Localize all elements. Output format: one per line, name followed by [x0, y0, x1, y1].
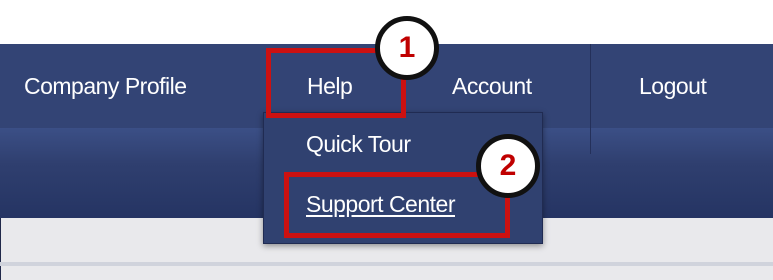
support-center-highlight-box	[284, 172, 510, 238]
step-1-badge: 1	[375, 16, 439, 80]
menu-item-quick-tour[interactable]: Quick Tour	[306, 131, 411, 158]
nav-logout[interactable]: Logout	[639, 68, 707, 104]
nav-account[interactable]: Account	[452, 68, 532, 104]
step-2-badge: 2	[476, 134, 540, 198]
nav-divider	[590, 44, 591, 154]
content-divider	[0, 262, 773, 266]
nav-company-profile[interactable]: Company Profile	[24, 68, 187, 104]
